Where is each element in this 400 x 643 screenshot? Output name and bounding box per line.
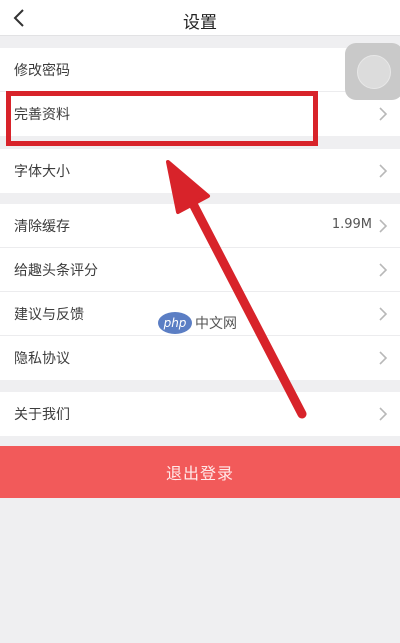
- nav-bar: 设置: [0, 0, 400, 36]
- watermark: php 中文网: [158, 310, 248, 336]
- chevron-right-icon: [379, 107, 388, 121]
- settings-item-change-password[interactable]: 修改密码: [0, 48, 400, 92]
- settings-item-label: 关于我们: [14, 407, 70, 423]
- settings-item-label: 完善资料: [14, 107, 70, 123]
- settings-item-complete-profile[interactable]: 完善资料: [0, 92, 400, 136]
- settings-item-clear-cache[interactable]: 清除缓存 1.99M: [0, 204, 400, 248]
- logout-button[interactable]: 退出登录: [0, 446, 400, 498]
- assistive-touch-button[interactable]: [345, 43, 400, 100]
- settings-group-account: 修改密码 完善资料: [0, 48, 400, 136]
- chevron-right-icon: [379, 307, 388, 321]
- php-logo-icon: php: [158, 312, 192, 334]
- cache-size-value: 1.99M: [331, 217, 372, 232]
- settings-item-about-us[interactable]: 关于我们: [0, 392, 400, 436]
- chevron-right-icon: [379, 219, 388, 233]
- settings-item-font-size[interactable]: 字体大小: [0, 149, 400, 193]
- chevron-right-icon: [379, 407, 388, 421]
- settings-group-about: 关于我们: [0, 392, 400, 436]
- settings-item-label: 修改密码: [14, 63, 70, 79]
- settings-group-general: 清除缓存 1.99M 给趣头条评分 建议与反馈 隐私协议: [0, 204, 400, 380]
- settings-item-label: 字体大小: [14, 164, 70, 180]
- logout-label: 退出登录: [165, 464, 234, 483]
- settings-item-privacy-policy[interactable]: 隐私协议: [0, 336, 400, 380]
- chevron-right-icon: [379, 164, 388, 178]
- settings-item-label: 给趣头条评分: [14, 263, 98, 279]
- chevron-right-icon: [379, 351, 388, 365]
- settings-item-label: 隐私协议: [14, 351, 70, 367]
- page-background: [0, 498, 400, 643]
- settings-group-display: 字体大小: [0, 149, 400, 193]
- assistive-touch-icon: [357, 54, 391, 89]
- settings-item-label: 清除缓存: [14, 219, 70, 235]
- settings-item-rate-app[interactable]: 给趣头条评分: [0, 248, 400, 292]
- chevron-right-icon: [379, 263, 388, 277]
- settings-item-label: 建议与反馈: [14, 307, 84, 323]
- page-title: 设置: [183, 13, 217, 33]
- watermark-text: 中文网: [195, 316, 237, 332]
